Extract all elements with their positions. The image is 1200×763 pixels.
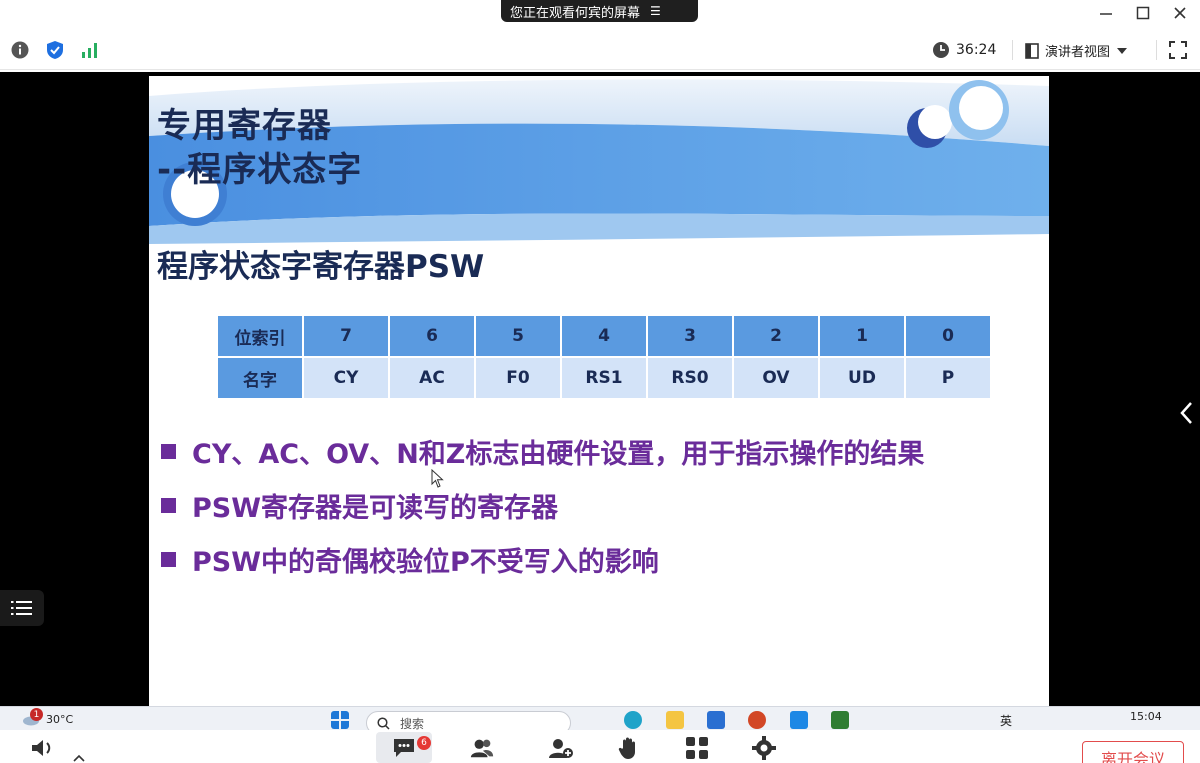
table-cell: 1 <box>820 316 904 356</box>
participants-button[interactable] <box>469 736 495 760</box>
audio-settings-button[interactable] <box>30 736 56 760</box>
bullet-square-icon <box>161 443 176 459</box>
raise-hand-icon <box>618 737 635 759</box>
collapse-panel-chevron-icon[interactable] <box>1178 400 1196 426</box>
bullet-text: CY、AC、OV、N和Z标志由硬件设置，用于指示操作的结果 <box>192 438 925 470</box>
maximize-icon <box>1136 6 1150 20</box>
list-item: PSW寄存器是可读写的寄存器 <box>161 478 924 532</box>
table-cell: 4 <box>562 316 646 356</box>
chevron-down-icon <box>1117 47 1128 54</box>
bullet-list: CY、AC、OV、N和Z标志由硬件设置，用于指示操作的结果 PSW寄存器是可读写… <box>161 424 924 586</box>
system-clock[interactable]: 15:04 <box>1130 710 1162 723</box>
close-icon <box>1174 7 1186 19</box>
settings-button[interactable] <box>751 736 777 760</box>
table-cell: 7 <box>304 316 388 356</box>
close-button[interactable] <box>1169 3 1191 23</box>
table-cell: 3 <box>648 316 732 356</box>
info-icon[interactable] <box>10 40 30 60</box>
chat-icon-wrap[interactable] <box>391 736 417 760</box>
apps-button[interactable] <box>684 736 710 760</box>
table-cell: 2 <box>734 316 818 356</box>
table-header-name: 名字 <box>218 358 302 398</box>
bullet-square-icon <box>161 497 176 513</box>
windows-start-icon[interactable] <box>331 711 349 729</box>
list-item: CY、AC、OV、N和Z标志由硬件设置，用于指示操作的结果 <box>161 424 924 478</box>
photos-icon[interactable] <box>790 711 808 729</box>
table-cell: 0 <box>906 316 990 356</box>
table-cell: OV <box>734 358 818 398</box>
fullscreen-icon[interactable] <box>1168 40 1188 60</box>
security-shield-icon[interactable] <box>45 40 65 60</box>
os-taskbar: 30°C 1 搜索 英 15:04 <box>0 706 1200 735</box>
input-language-indicator[interactable]: 英 <box>1000 712 1012 729</box>
store-icon[interactable] <box>707 711 725 729</box>
screen-share-banner[interactable]: 您正在观看何宾的屏幕 ☰ <box>501 0 698 22</box>
maximize-button[interactable] <box>1132 3 1154 23</box>
signal-strength-icon[interactable] <box>80 40 100 60</box>
slide-title: 专用寄存器 --程序状态字 <box>157 104 362 192</box>
mouse-cursor-icon <box>431 469 444 488</box>
temperature-text: 30°C <box>46 712 74 726</box>
speaker-icon <box>32 740 51 756</box>
chat-unread-badge: 6 <box>417 736 431 750</box>
powerpoint-icon[interactable] <box>748 711 766 729</box>
raise-hand-button[interactable] <box>616 736 642 760</box>
shared-screen-stage: 专用寄存器 --程序状态字 程序状态字寄存器PSW 位索引 7 6 5 4 3 … <box>0 72 1200 706</box>
bullet-text: PSW寄存器是可读写的寄存器 <box>192 492 559 524</box>
list-item: PSW中的奇偶校验位P不受写入的影响 <box>161 532 924 586</box>
slide-title-line2: --程序状态字 <box>157 150 363 190</box>
table-cell: UD <box>820 358 904 398</box>
table-cell: RS0 <box>648 358 732 398</box>
apps-grid-icon <box>686 737 708 759</box>
add-user-icon <box>549 739 573 758</box>
table-row-bit-index: 位索引 7 6 5 4 3 2 1 0 <box>218 316 990 356</box>
slide-subtitle: 程序状态字寄存器PSW <box>157 249 485 285</box>
bullet-square-icon <box>161 551 176 567</box>
view-mode-select[interactable]: 演讲者视图 <box>1025 41 1128 60</box>
edge-browser-icon[interactable] <box>624 711 642 729</box>
timer-text: 36:24 <box>956 42 997 58</box>
participant-list-button[interactable] <box>0 590 44 626</box>
meeting-timer: 36:24 <box>932 41 996 59</box>
file-explorer-icon[interactable] <box>666 711 684 729</box>
table-cell: RS1 <box>562 358 646 398</box>
chat-icon <box>394 739 414 757</box>
list-menu-icon <box>11 601 32 615</box>
share-menu-icon[interactable]: ☰ <box>650 4 661 18</box>
share-banner-text: 您正在观看何宾的屏幕 <box>510 5 641 21</box>
search-placeholder: 搜索 <box>400 716 425 731</box>
invite-button[interactable] <box>548 736 574 760</box>
view-mode-label: 演讲者视图 <box>1045 45 1111 60</box>
bullet-text: PSW中的奇偶校验位P不受写入的影响 <box>192 546 659 578</box>
meeting-toolbar: 36:24 演讲者视图 <box>0 30 1200 70</box>
gear-icon <box>752 736 776 760</box>
screen: 您正在观看何宾的屏幕 ☰ 36:24 演讲者视图 专用寄存器 --程序状态字 程… <box>0 0 1200 763</box>
notification-badge: 1 <box>30 708 43 721</box>
slide-title-line1: 专用寄存器 <box>157 106 332 146</box>
table-cell: F0 <box>476 358 560 398</box>
table-cell: CY <box>304 358 388 398</box>
table-row-names: 名字 CY AC F0 RS1 RS0 OV UD P <box>218 358 990 398</box>
table-cell: 5 <box>476 316 560 356</box>
chevron-up-icon[interactable] <box>72 754 86 763</box>
table-cell: AC <box>390 358 474 398</box>
table-cell: P <box>906 358 990 398</box>
wechat-icon[interactable] <box>831 711 849 729</box>
clock-icon <box>933 42 949 58</box>
presentation-slide: 专用寄存器 --程序状态字 程序状态字寄存器PSW 位索引 7 6 5 4 3 … <box>149 76 1049 706</box>
minimize-icon <box>1100 13 1112 15</box>
participants-icon <box>470 739 494 758</box>
psw-bit-table: 位索引 7 6 5 4 3 2 1 0 名字 CY AC F0 RS1 RS0 <box>216 314 992 400</box>
window-titlebar: 您正在观看何宾的屏幕 ☰ <box>0 0 1200 28</box>
meeting-controls-bar: 6 离开会议 <box>0 730 1200 763</box>
table-cell: 6 <box>390 316 474 356</box>
view-layout-icon <box>1025 42 1039 59</box>
leave-meeting-button[interactable]: 离开会议 <box>1082 741 1184 763</box>
table-header-bit-index: 位索引 <box>218 316 302 356</box>
search-icon <box>377 716 390 730</box>
minimize-button[interactable] <box>1095 3 1117 23</box>
